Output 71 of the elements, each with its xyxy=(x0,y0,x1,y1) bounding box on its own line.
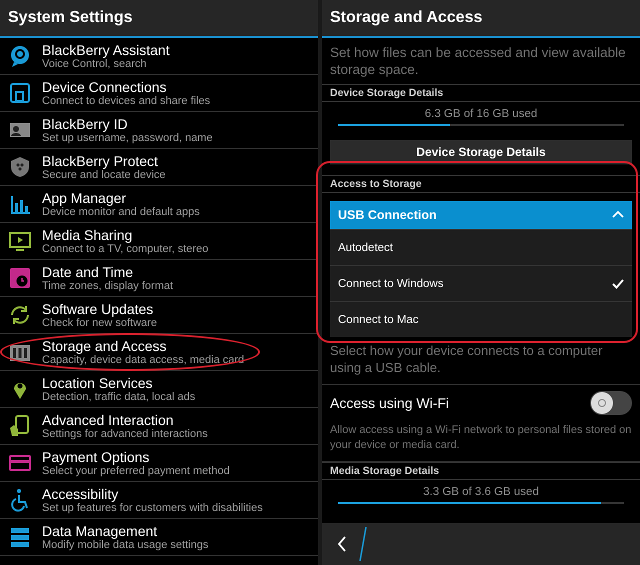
item-subtitle: Check for new software xyxy=(42,316,157,330)
settings-item[interactable]: Location Services Detection, traffic data, local ads xyxy=(0,371,318,408)
refresh-icon xyxy=(8,303,32,327)
settings-item[interactable]: Device Connections Connect to devices and share files xyxy=(0,75,318,112)
tablet-icon xyxy=(8,81,32,105)
description-text: Set how files can be accessed and view available storage space. xyxy=(329,44,627,79)
dropdown-header[interactable]: USB Connection xyxy=(330,201,632,229)
wifi-label: Access using Wi-Fi xyxy=(330,395,450,411)
section-header: Device Storage Details xyxy=(322,84,640,102)
slash-icon xyxy=(358,526,368,562)
settings-item[interactable]: App Manager Device monitor and default apps xyxy=(0,186,318,223)
item-title: Media Sharing xyxy=(42,226,134,242)
settings-item[interactable]: Advanced Interaction Settings for advanced interactions xyxy=(0,408,318,445)
item-subtitle: Modify mobile data usage settings xyxy=(42,538,208,552)
option-label: Connect to Windows xyxy=(338,278,444,290)
dropdown-option[interactable]: Autodetect xyxy=(330,229,632,265)
settings-item[interactable]: Payment Options Select your preferred payment method xyxy=(0,445,318,482)
settings-item[interactable]: Software Updates Check for new software xyxy=(0,297,318,334)
settings-item[interactable]: BlackBerry ID Set up username, password, name xyxy=(0,112,318,149)
screen-title: Storage and Access xyxy=(330,9,482,27)
item-subtitle: Detection, traffic data, local ads xyxy=(42,390,196,404)
usage-text: 6.3 GB of 16 GB used xyxy=(424,108,538,120)
item-subtitle: Time zones, display format xyxy=(42,280,174,292)
item-title: Software Updates xyxy=(42,300,154,316)
option-label: Autodetect xyxy=(338,242,393,254)
settings-item[interactable]: Date and Time Time zones, display format xyxy=(0,260,318,297)
settings-item[interactable]: BlackBerry Assistant Voice Control, search xyxy=(0,38,318,75)
settings-item[interactable]: Media Sharing Connect to a TV, computer, stereo xyxy=(0,223,318,260)
speech-bubble-icon xyxy=(8,44,32,68)
dropdown-option[interactable]: Connect to Windows xyxy=(330,265,632,301)
hand-phone-icon xyxy=(8,414,32,438)
wifi-toggle[interactable] xyxy=(590,391,632,415)
item-title: Payment Options xyxy=(42,448,150,464)
option-label: Connect to Mac xyxy=(338,314,419,326)
item-title: Advanced Interaction xyxy=(42,412,175,428)
settings-item[interactable]: Accessibility Set up features for customers with disabilities xyxy=(0,482,318,519)
usage-text: 3.3 GB of 3.6 GB used xyxy=(423,486,539,498)
item-subtitle: Set up features for customers with disabilities xyxy=(42,502,263,514)
section-header: Access to Storage xyxy=(322,175,640,193)
calendar-clock-icon xyxy=(8,266,32,290)
item-subtitle: Voice Control, search xyxy=(42,58,148,70)
item-title: BlackBerry Assistant xyxy=(42,42,170,58)
item-subtitle: Connect to a TV, computer, stereo xyxy=(42,242,208,256)
item-subtitle: Connect to devices and share files xyxy=(42,94,210,108)
item-subtitle: Secure and locate device xyxy=(42,168,166,182)
item-title: App Manager xyxy=(42,190,128,206)
item-title: Data Management xyxy=(42,522,158,538)
screen-title: System Settings xyxy=(8,9,132,27)
item-title: Accessibility xyxy=(42,486,120,502)
item-title: Device Connections xyxy=(42,78,168,94)
shield-icon xyxy=(8,155,32,179)
item-subtitle: Device monitor and default apps xyxy=(42,206,200,218)
item-subtitle: Settings for advanced interactions xyxy=(42,428,208,440)
screen-play-icon xyxy=(8,229,32,253)
details-button[interactable]: Device Storage Details xyxy=(330,140,632,165)
dropdown-label: USB Connection xyxy=(338,208,437,222)
item-title: Date and Time xyxy=(42,264,134,280)
item-subtitle: Set up username, password, name xyxy=(42,132,213,144)
hint-text: Allow access using a Wi-Fi network to personal files stored on your device or media card. xyxy=(322,419,640,462)
back-icon xyxy=(336,535,348,553)
item-title: BlackBerry ID xyxy=(42,116,129,132)
item-title: Storage and Access xyxy=(42,338,168,354)
item-title: BlackBerry Protect xyxy=(42,152,159,168)
dropdown-option[interactable]: Connect to Mac xyxy=(330,301,632,337)
hint-text: Select how your device connects to a computer using a USB cable. xyxy=(322,337,640,385)
item-subtitle: Select your preferred payment method xyxy=(42,464,230,478)
section-header: Media Storage Details xyxy=(322,462,640,480)
database-icon xyxy=(8,525,32,549)
item-title: Location Services xyxy=(42,374,154,390)
settings-item[interactable]: Data Management Modify mobile data usage settings xyxy=(0,519,318,556)
settings-item[interactable]: BlackBerry Protect Secure and locate device xyxy=(0,149,318,186)
